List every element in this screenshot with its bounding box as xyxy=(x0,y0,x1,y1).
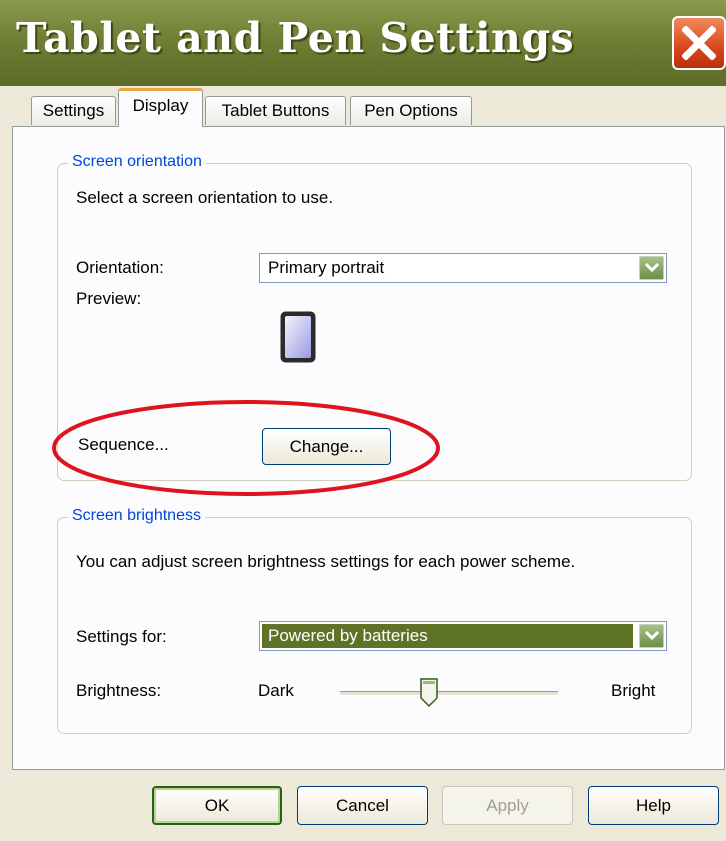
power-scheme-dropdown-button[interactable] xyxy=(639,624,664,648)
dialog-window: Tablet and Pen Settings Settings Display… xyxy=(0,0,726,841)
ok-button[interactable]: OK xyxy=(152,786,282,825)
highlight-circle xyxy=(52,400,440,496)
orientation-value: Primary portrait xyxy=(268,258,385,277)
close-icon xyxy=(682,26,716,60)
power-scheme-value: Powered by batteries xyxy=(268,626,428,645)
brightness-label: Brightness: xyxy=(76,681,162,700)
power-scheme-select[interactable]: Powered by batteries xyxy=(259,621,667,651)
chevron-down-icon xyxy=(645,631,659,641)
dark-label: Dark xyxy=(258,681,294,700)
orientation-label: Orientation: xyxy=(76,258,164,277)
cancel-button[interactable]: Cancel xyxy=(297,786,428,825)
tab-settings[interactable]: Settings xyxy=(31,96,116,125)
title-bar[interactable]: Tablet and Pen Settings xyxy=(0,0,726,86)
close-button[interactable] xyxy=(672,16,726,70)
apply-button[interactable]: Apply xyxy=(442,786,573,825)
screen-brightness-legend: Screen brightness xyxy=(68,507,205,525)
brightness-description: You can adjust screen brightness setting… xyxy=(76,552,576,571)
portrait-screen-icon xyxy=(279,310,317,364)
tab-pen-options[interactable]: Pen Options xyxy=(350,96,472,125)
tab-tablet-buttons[interactable]: Tablet Buttons xyxy=(205,96,346,125)
help-button[interactable]: Help xyxy=(588,786,719,825)
tab-display[interactable]: Display xyxy=(118,88,203,127)
slider-thumb[interactable] xyxy=(419,678,439,708)
window-title: Tablet and Pen Settings xyxy=(16,14,575,62)
orientation-description: Select a screen orientation to use. xyxy=(76,188,334,207)
brightness-slider[interactable] xyxy=(340,670,558,720)
orientation-select[interactable]: Primary portrait xyxy=(259,253,667,283)
screen-orientation-legend: Screen orientation xyxy=(68,153,206,171)
chevron-down-icon xyxy=(645,263,659,273)
settings-for-label: Settings for: xyxy=(76,627,167,646)
preview-label: Preview: xyxy=(76,289,142,308)
slider-track xyxy=(340,691,558,696)
bright-label: Bright xyxy=(611,681,656,700)
orientation-dropdown-button[interactable] xyxy=(639,256,664,280)
